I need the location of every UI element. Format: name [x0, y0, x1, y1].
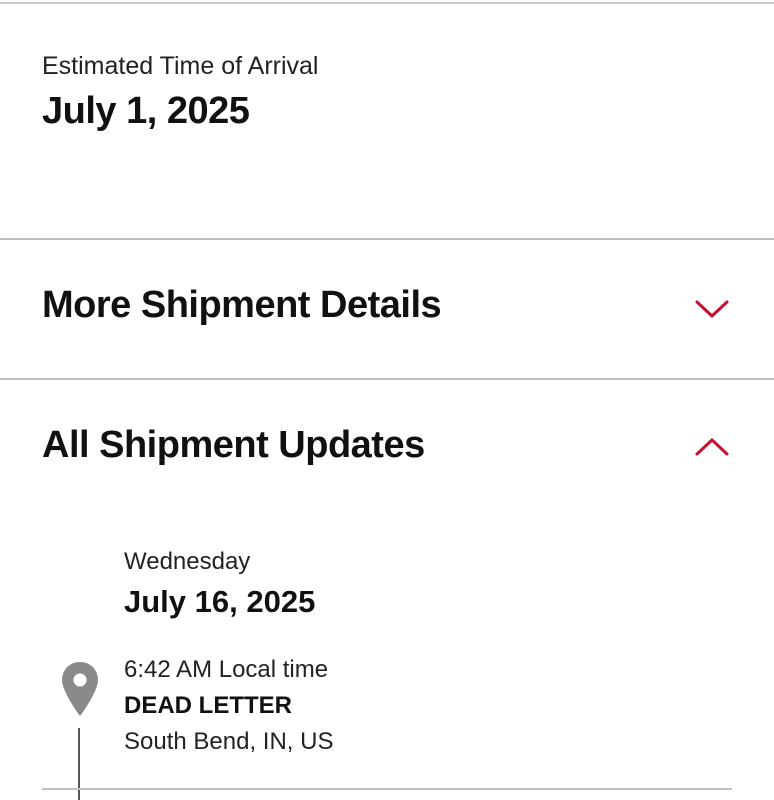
eta-date: July 1, 2025: [42, 90, 250, 132]
all-shipment-updates-header[interactable]: All Shipment Updates: [0, 380, 774, 518]
more-shipment-details-header[interactable]: More Shipment Details: [0, 240, 774, 378]
chevron-up-icon[interactable]: [692, 434, 732, 460]
eta-label: Estimated Time of Arrival: [42, 52, 319, 80]
chevron-down-icon[interactable]: [692, 296, 732, 322]
event-location: South Bend, IN, US: [124, 728, 334, 755]
update-date: July 16, 2025: [124, 584, 316, 619]
event-status: DEAD LETTER: [124, 692, 292, 719]
event-divider: [42, 788, 732, 790]
section-title: All Shipment Updates: [42, 424, 425, 466]
update-day: Wednesday: [124, 548, 251, 575]
section-title: More Shipment Details: [42, 284, 442, 326]
shipment-tracking-page: Estimated Time of Arrival July 1, 2025 M…: [0, 0, 774, 800]
top-divider: [0, 2, 774, 4]
location-pin-icon: [62, 662, 98, 716]
event-time: 6:42 AM Local time: [124, 656, 329, 683]
